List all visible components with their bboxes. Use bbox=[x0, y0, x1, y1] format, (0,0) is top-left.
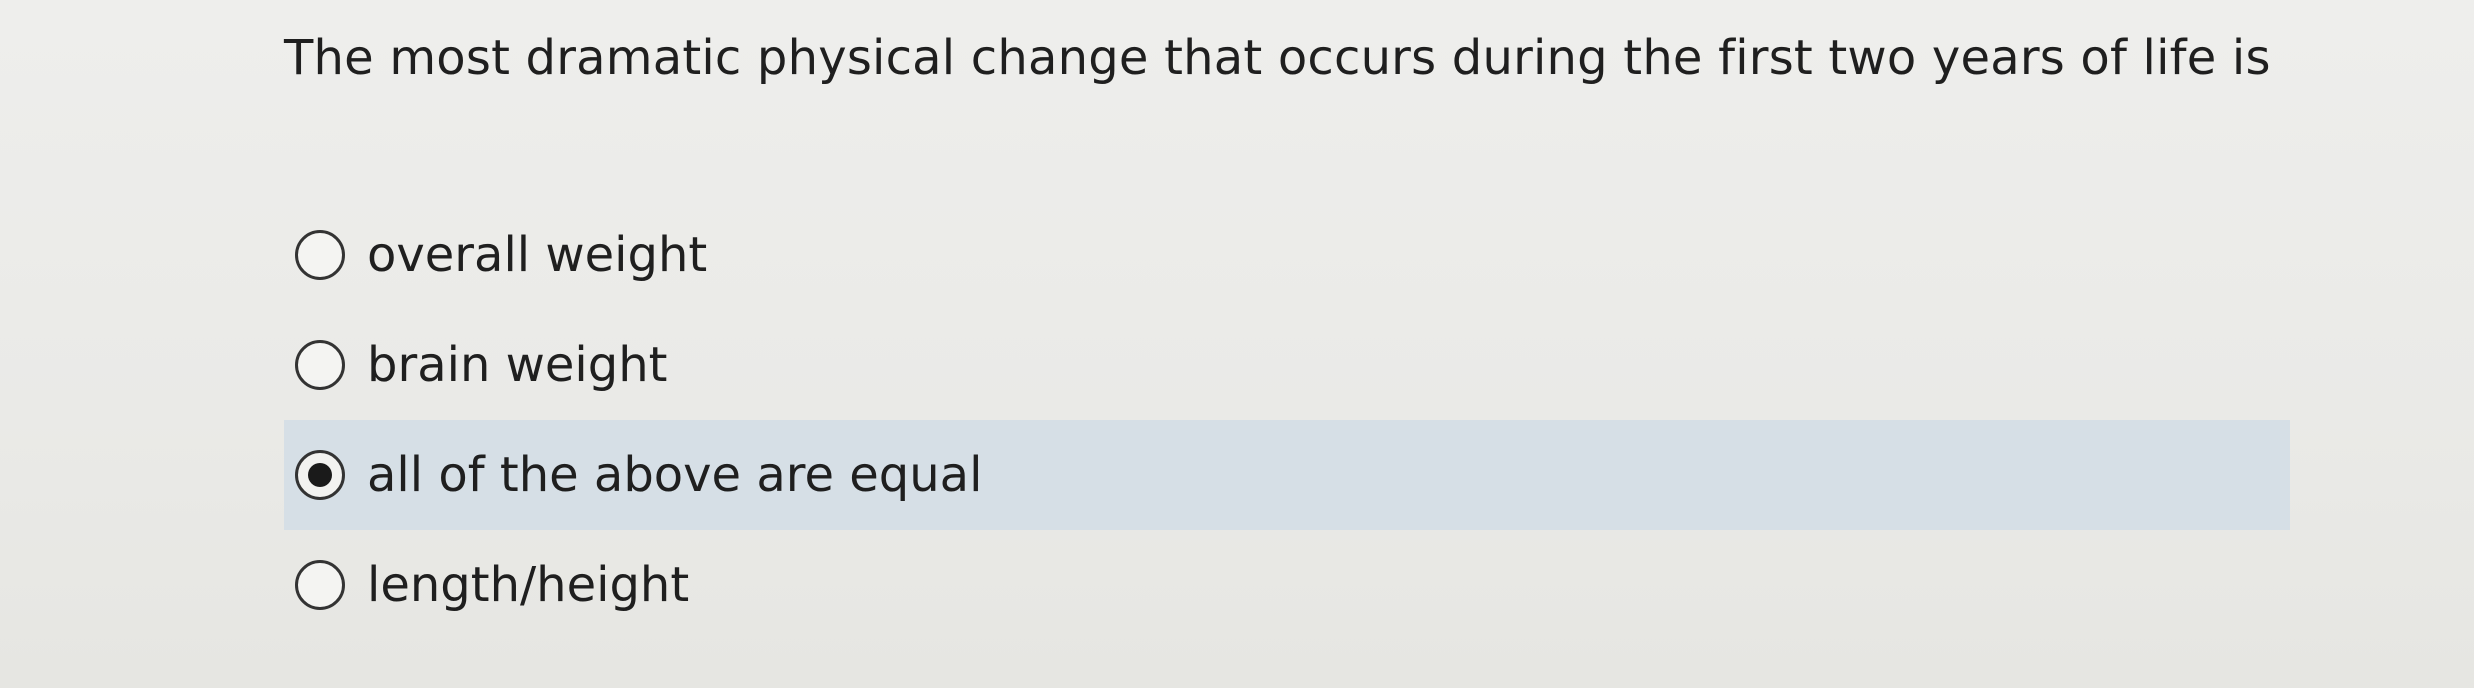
question-text: The most dramatic physical change that o… bbox=[284, 30, 2271, 86]
option-label[interactable]: overall weight bbox=[367, 225, 707, 285]
option-length-height[interactable]: length/height bbox=[284, 530, 2290, 640]
option-label[interactable]: length/height bbox=[367, 555, 689, 615]
option-overall-weight[interactable]: overall weight bbox=[284, 200, 2290, 310]
radio-button-icon[interactable] bbox=[295, 560, 345, 610]
option-brain-weight[interactable]: brain weight bbox=[284, 310, 2290, 420]
radio-dot-icon bbox=[308, 463, 332, 487]
quiz-page: The most dramatic physical change that o… bbox=[0, 0, 2474, 688]
radio-button-icon[interactable] bbox=[295, 230, 345, 280]
answer-options: overall weight brain weight all of the a… bbox=[284, 200, 2290, 640]
option-label[interactable]: all of the above are equal bbox=[367, 445, 982, 505]
option-all-equal[interactable]: all of the above are equal bbox=[284, 420, 2290, 530]
option-label[interactable]: brain weight bbox=[367, 335, 667, 395]
radio-button-icon[interactable] bbox=[295, 450, 345, 500]
radio-button-icon[interactable] bbox=[295, 340, 345, 390]
